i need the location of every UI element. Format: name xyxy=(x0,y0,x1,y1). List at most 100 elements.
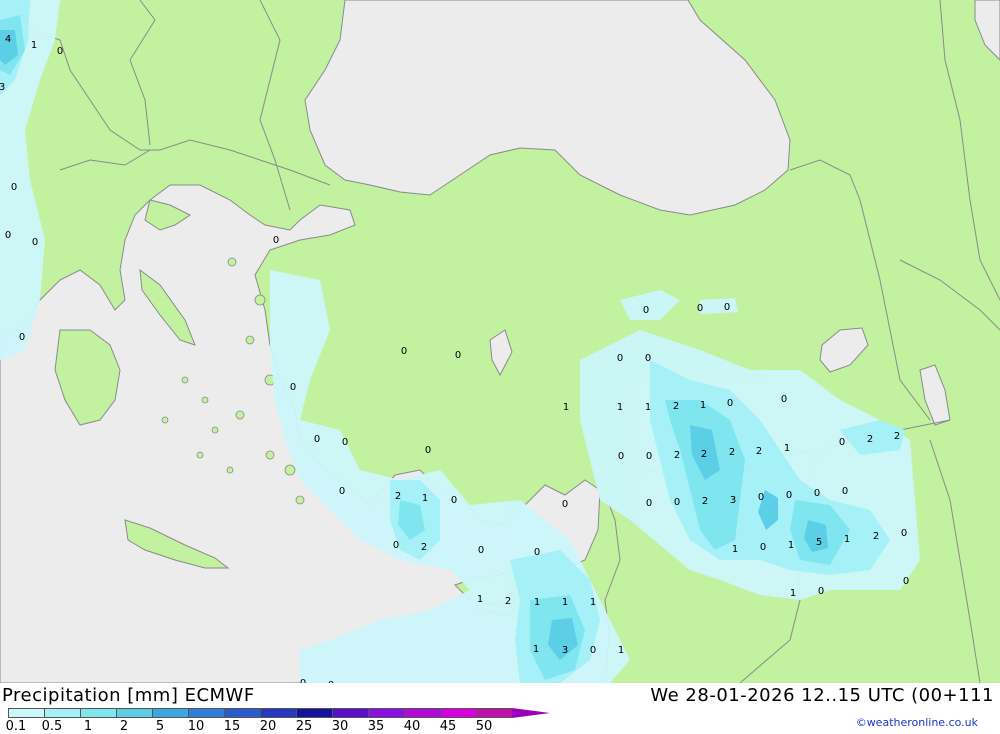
precip-value-label: 0 xyxy=(562,499,568,510)
precip-value-label: 4 xyxy=(5,34,11,45)
precip-value-label: 0 xyxy=(674,497,680,508)
precip-value-label: 2 xyxy=(701,449,707,460)
legend-swatch xyxy=(224,708,260,718)
legend-tick-label: 25 xyxy=(295,719,313,734)
precip-value-label: 0 xyxy=(643,305,649,316)
legend-swatch xyxy=(332,708,368,718)
legend-tick-label: 50 xyxy=(475,719,493,734)
precip-value-label: 0 xyxy=(818,586,824,597)
precip-value-label: 1 xyxy=(788,540,794,551)
precip-value-label: 1 xyxy=(562,597,568,608)
precip-value-label: 1 xyxy=(732,544,738,555)
precip-value-label: 0 xyxy=(618,451,624,462)
precip-value-label: 2 xyxy=(674,450,680,461)
legend-swatch xyxy=(440,708,476,718)
precip-value-label: 0 xyxy=(273,235,279,246)
precip-value-label: 1 xyxy=(422,493,428,504)
precip-value-label: 1 xyxy=(844,534,850,545)
legend-tick-label: 0.1 xyxy=(5,719,27,734)
precip-value-label: 3 xyxy=(730,495,736,506)
precip-value-label: 0 xyxy=(451,495,457,506)
legend-swatch xyxy=(116,708,152,718)
legend-tick-labels: 0.1 0.5 1 2 5 10 15 20 25 30 35 40 45 50 xyxy=(0,719,520,734)
legend-arrow-icon xyxy=(512,708,550,718)
credit-link[interactable]: ©weatheronline.co.uk xyxy=(856,716,978,729)
precip-value-label: 0 xyxy=(534,547,540,558)
precip-value-label: 2 xyxy=(505,596,511,607)
chart-title: Precipitation [mm] ECMWF xyxy=(2,685,255,706)
legend-tick-label: 5 xyxy=(155,719,165,734)
precip-value-label: 1 xyxy=(590,597,596,608)
legend-swatch xyxy=(260,708,296,718)
precip-value-label: 0 xyxy=(724,302,730,313)
precip-value-label: 0 xyxy=(425,445,431,456)
precip-value-label: 0 xyxy=(314,434,320,445)
precip-value-label: 0 xyxy=(814,488,820,499)
legend-swatch xyxy=(296,708,332,718)
precip-value-label: 2 xyxy=(756,446,762,457)
precip-value-label: 0 xyxy=(839,437,845,448)
precip-value-label: 0 xyxy=(5,230,11,241)
precip-value-label: 1 xyxy=(618,645,624,656)
precip-value-label: 0 xyxy=(697,303,703,314)
legend-tick-label: 30 xyxy=(331,719,349,734)
legend-tick-label: 45 xyxy=(439,719,457,734)
precip-value-label: 0 xyxy=(339,486,345,497)
precip-value-label: 0 xyxy=(32,237,38,248)
precip-value-label: 0 xyxy=(393,540,399,551)
precip-value-label: 0 xyxy=(342,437,348,448)
legend-tick-label: 10 xyxy=(187,719,205,734)
precip-value-label: 0 xyxy=(401,346,407,357)
legend-tick-label: 40 xyxy=(403,719,421,734)
legend-tick-label: 2 xyxy=(119,719,129,734)
precip-value-label: 1 xyxy=(700,400,706,411)
precip-value-label: 0 xyxy=(617,353,623,364)
precip-value-label: 0 xyxy=(645,353,651,364)
legend-swatch xyxy=(152,708,188,718)
precip-value-label: 1 xyxy=(784,443,790,454)
precip-value-label: 2 xyxy=(867,434,873,445)
precip-value-label: 1 xyxy=(533,644,539,655)
precip-value-label: 1 xyxy=(477,594,483,605)
legend-tick-label: 0.5 xyxy=(41,719,63,734)
precip-value-label: 1 xyxy=(617,402,623,413)
legend-swatch xyxy=(44,708,80,718)
precip-value-label: 1 xyxy=(534,597,540,608)
precip-value-label: 0 xyxy=(19,332,25,343)
precip-value-label: 3 xyxy=(0,82,5,93)
precipitation-map[interactable]: 4 1 0 3 0 0 0 0 0 0 0 0 0 0 0 0 0 0 1 1 1 2 1 0 0 0 0 0 2 2 1 2 2 2 2 0 0 0 2 1… xyxy=(0,0,1000,683)
precip-value-label: 2 xyxy=(873,531,879,542)
precip-value-label: 0 xyxy=(781,394,787,405)
precip-value-label: 0 xyxy=(11,182,17,193)
precip-value-label: 0 xyxy=(57,46,63,57)
legend-swatch xyxy=(368,708,404,718)
valid-time-label: We 28-01-2026 12..15 UTC (00+111 xyxy=(650,685,994,706)
precip-value-label: 5 xyxy=(816,537,822,548)
precip-value-label: 0 xyxy=(901,528,907,539)
precip-value-label: 0 xyxy=(786,490,792,501)
precip-value-label: 2 xyxy=(673,401,679,412)
precip-value-label: 0 xyxy=(455,350,461,361)
legend-tick-label: 15 xyxy=(223,719,241,734)
precip-value-label: 2 xyxy=(395,491,401,502)
precip-value-label: 0 xyxy=(646,498,652,509)
precip-value-label: 0 xyxy=(478,545,484,556)
precip-value-label: 1 xyxy=(563,402,569,413)
precip-value-label: 0 xyxy=(903,576,909,587)
legend-tick-label: 35 xyxy=(367,719,385,734)
precip-value-label: 2 xyxy=(421,542,427,553)
precip-value-label: 0 xyxy=(590,645,596,656)
precip-value-label: 0 xyxy=(290,382,296,393)
legend-swatch xyxy=(476,708,512,718)
precip-value-label: 0 xyxy=(842,486,848,497)
precip-value-label: 2 xyxy=(729,447,735,458)
legend-tick-label: 20 xyxy=(259,719,277,734)
precip-value-label: 2 xyxy=(702,496,708,507)
precip-value-label: 1 xyxy=(31,40,37,51)
legend-swatch xyxy=(188,708,224,718)
legend-panel: Precipitation [mm] ECMWF We 28-01-2026 1… xyxy=(0,683,1000,734)
precip-value-label: 0 xyxy=(758,492,764,503)
precip-value-label: 0 xyxy=(727,398,733,409)
legend-swatch xyxy=(80,708,116,718)
precip-value-label: 0 xyxy=(646,451,652,462)
